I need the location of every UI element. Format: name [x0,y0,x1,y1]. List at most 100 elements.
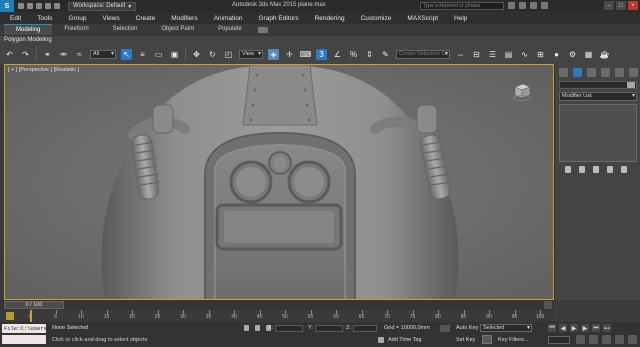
viewport-label[interactable]: [ + ] [Perspective ] [Realistic ] [8,67,79,73]
percent-snap-icon[interactable]: % [348,49,359,60]
object-color-swatch[interactable] [627,82,635,88]
minimize-icon[interactable]: – [604,1,614,10]
z-coordinate-field[interactable] [353,325,377,332]
previous-frame-icon[interactable]: ◀ [559,324,567,332]
menu-item-create[interactable]: Create [136,15,156,22]
select-by-name-icon[interactable]: ≡ [137,49,148,60]
angle-snap-icon[interactable]: ∠ [332,49,343,60]
zoom-all-icon[interactable] [589,335,598,344]
ribbon-toggle-icon[interactable]: ▤ [503,49,514,60]
rectangle-selection-icon[interactable]: ▭ [153,49,164,60]
y-coordinate-field[interactable] [315,325,343,332]
modifier-list-dropdown[interactable]: Modifier List [559,92,637,101]
isolate-icon[interactable] [255,325,260,331]
object-name-field[interactable] [559,81,637,89]
select-object-icon[interactable]: ↖ [121,48,132,60]
next-frame-icon[interactable] [544,301,552,309]
render-setup-icon[interactable]: ⚙ [567,49,578,60]
snaps-toggle-icon[interactable]: 3 [316,48,327,60]
redo-icon[interactable]: ↷ [20,49,31,60]
menu-item-group[interactable]: Group [68,15,86,22]
key-selection-dropdown[interactable]: Selected [480,324,532,332]
menu-item-rendering[interactable]: Rendering [315,15,345,22]
tab-freeform[interactable]: Freeform [52,24,100,35]
named-selection-sets-input[interactable]: Create Selection Se [396,49,450,59]
menu-item-modifiers[interactable]: Modifiers [171,15,197,22]
select-manipulate-icon[interactable]: ✛ [284,49,295,60]
mirror-icon[interactable]: ⇔ [455,49,466,60]
configure-modifier-sets-icon[interactable] [621,166,627,173]
key-filters-button[interactable]: Key Filters... [498,337,529,343]
curve-editor-icon[interactable]: ∿ [519,49,530,60]
render-production-icon[interactable]: ☕ [599,49,610,60]
pivot-center-icon[interactable]: ◈ [268,48,279,60]
go-to-end-icon[interactable]: ⏭ [592,324,600,332]
unlink-icon[interactable]: ⚮ [58,49,69,60]
spinner-snap-icon[interactable]: ⇕ [364,49,375,60]
app-logo-icon[interactable]: S [0,0,14,12]
search-input[interactable]: Type a keyword or phrase [420,2,504,10]
current-frame-field[interactable] [548,336,570,344]
menu-item-edit[interactable]: Edit [10,15,21,22]
rendered-frame-window-icon[interactable]: ▦ [583,49,594,60]
menu-item-customize[interactable]: Customize [361,15,392,22]
show-end-result-icon[interactable] [579,166,585,173]
save-icon[interactable] [36,3,42,9]
star-icon[interactable] [519,2,526,9]
playhead[interactable] [30,310,32,322]
close-icon[interactable]: × [628,1,638,10]
binoculars-icon[interactable] [508,2,515,9]
viewcube-icon[interactable] [511,80,533,102]
maxscript-listener[interactable]: File:C:\Users [2,324,47,333]
ribbon-sub-label[interactable]: Polygon Modeling [4,37,52,43]
remove-modifier-icon[interactable] [607,166,613,173]
hierarchy-tab-icon[interactable] [587,68,596,77]
tab-object-paint[interactable]: Object Paint [149,24,206,35]
play-icon[interactable]: ▶ [570,324,578,332]
edit-named-selection-icon[interactable]: ✎ [380,49,391,60]
undo-icon[interactable] [45,3,51,9]
link-icon[interactable]: ⚭ [42,49,53,60]
modifier-stack[interactable] [559,104,637,162]
align-icon[interactable]: ⊟ [471,49,482,60]
select-rotate-icon[interactable]: ↻ [207,49,218,60]
time-slider[interactable]: 0 / 100 [0,300,554,310]
maxscript-listener-output[interactable] [2,335,46,344]
ribbon-options-icon[interactable] [257,26,268,33]
add-time-tag[interactable]: Add Time Tag [388,337,422,343]
menu-item-animation[interactable]: Animation [214,15,243,22]
go-to-start-icon[interactable]: ⏮ [548,324,556,332]
layer-explorer-icon[interactable]: ☰ [487,49,498,60]
x-coordinate-field[interactable] [275,325,303,332]
tab-selection[interactable]: Selection [101,24,150,35]
window-crossing-icon[interactable]: ▣ [169,49,180,60]
create-tab-icon[interactable] [559,68,568,77]
set-key-button[interactable]: Set Key [456,337,475,343]
utilities-tab-icon[interactable] [629,68,638,77]
zoom-icon[interactable] [576,335,585,344]
open-file-icon[interactable] [27,3,33,9]
motion-tab-icon[interactable] [601,68,610,77]
menu-item-help[interactable]: Help [454,15,467,22]
tab-populate[interactable]: Populate [206,24,254,35]
select-move-icon[interactable]: ✥ [191,49,202,60]
next-frame-icon[interactable]: ▶ [581,324,589,332]
menu-item-views[interactable]: Views [102,15,119,22]
keyboard-shortcut-override-icon[interactable]: ⌨ [300,49,312,60]
user-icon[interactable] [530,2,537,9]
reference-coordinate-dropdown[interactable]: View [239,49,263,59]
material-editor-icon[interactable]: ● [551,49,562,60]
key-mode-toggle-icon[interactable]: ⊷ [603,324,611,332]
time-slider-thumb[interactable]: 0 / 100 [4,301,64,309]
display-tab-icon[interactable] [615,68,624,77]
orbit-icon[interactable] [628,335,637,344]
set-keys-icon[interactable] [482,335,492,344]
tab-modeling[interactable]: Modeling [4,24,53,35]
pin-stack-icon[interactable] [565,166,571,173]
workspace-dropdown[interactable]: Workspace: Default ▾ [68,1,137,11]
menu-item-maxscript[interactable]: MAXScript [407,15,438,22]
perspective-viewport[interactable]: [ + ] [Perspective ] [Realistic ] [4,64,554,300]
new-file-icon[interactable] [18,3,24,9]
set-key-mode-icon[interactable] [440,325,450,332]
select-scale-icon[interactable]: ◰ [223,49,234,60]
